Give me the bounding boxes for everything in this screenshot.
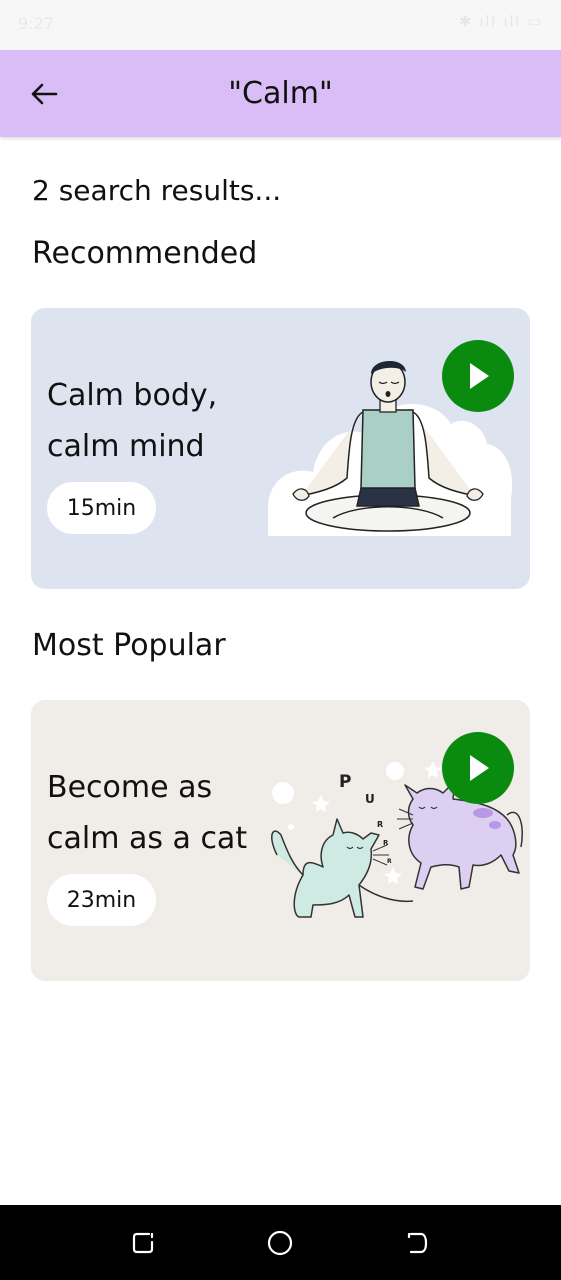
recent-apps-icon	[132, 1232, 154, 1254]
back-icon	[407, 1232, 428, 1254]
play-icon	[470, 363, 489, 389]
page-title: "Calm"	[228, 76, 333, 111]
session-card-calm-cat[interactable]: Become as calm as a cat 23min P U R R R	[31, 700, 530, 981]
status-time: 9:27	[18, 14, 54, 33]
status-bar: 9:27 ✱ ıll ıll ▭	[0, 0, 561, 50]
status-icons: ✱ ıll ıll ▭	[459, 14, 543, 30]
purr-letter: R	[377, 820, 383, 829]
play-button[interactable]	[442, 340, 514, 412]
purr-letter: U	[365, 792, 375, 806]
recent-apps-button[interactable]	[127, 1227, 159, 1259]
card-title: Become as calm as a cat	[47, 770, 248, 856]
purr-letter: R	[387, 858, 392, 865]
purr-letter: P	[339, 772, 351, 792]
section-heading-most-popular: Most Popular	[32, 628, 226, 663]
system-back-button[interactable]	[400, 1227, 432, 1259]
play-icon	[470, 755, 489, 781]
app-bar: "Calm"	[0, 50, 561, 137]
duration-badge: 15min	[47, 482, 156, 534]
results-count: 2 search results...	[32, 174, 282, 207]
duration-badge: 23min	[47, 874, 156, 926]
home-icon	[267, 1230, 293, 1256]
section-heading-recommended: Recommended	[32, 236, 258, 271]
session-card-calm-body[interactable]: Calm body, calm mind 15min	[31, 308, 530, 589]
home-button[interactable]	[264, 1227, 296, 1259]
play-button[interactable]	[442, 732, 514, 804]
card-title: Calm body, calm mind	[47, 378, 218, 464]
system-nav-bar	[0, 1205, 561, 1280]
